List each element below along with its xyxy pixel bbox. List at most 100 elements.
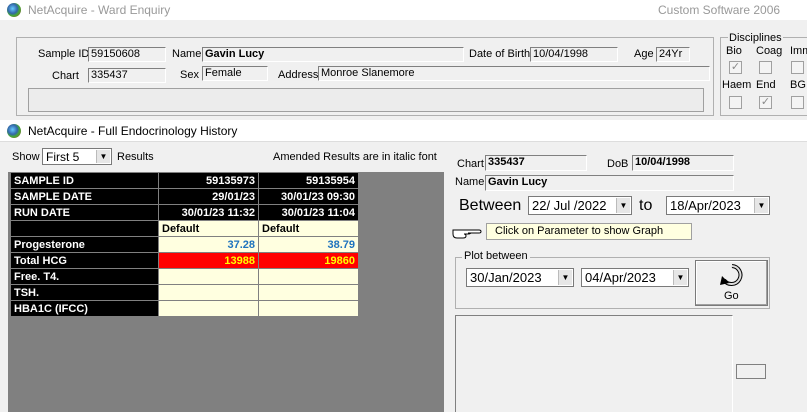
address-label: Address bbox=[278, 69, 319, 81]
front-name-label: Name bbox=[455, 176, 485, 188]
discipline-coag-checkbox[interactable] bbox=[759, 61, 772, 74]
back-window-title: NetAcquire - Ward Enquiry bbox=[28, 3, 171, 17]
comment-bar bbox=[28, 88, 704, 112]
result-cell[interactable] bbox=[158, 268, 259, 285]
plot-from-value: 30/Jan/2023 bbox=[470, 270, 542, 285]
header-cell: 59135973 bbox=[158, 172, 259, 189]
table-row[interactable]: Free. T4. bbox=[10, 268, 359, 285]
discipline-imm-label: Imm bbox=[790, 45, 807, 57]
header-cell: 30/01/23 09:30 bbox=[258, 188, 359, 205]
result-cell[interactable]: 37.28 bbox=[158, 236, 259, 253]
discipline-bg-checkbox[interactable] bbox=[791, 96, 804, 109]
result-cell[interactable] bbox=[258, 284, 359, 301]
dob-field[interactable]: 10/04/1998 bbox=[530, 47, 618, 62]
header-cell: 30/01/23 11:32 bbox=[158, 204, 259, 221]
discipline-haem-label: Haem bbox=[722, 79, 752, 91]
front-window-title: NetAcquire - Full Endocrinology History bbox=[28, 124, 238, 138]
chevron-down-icon[interactable]: ▼ bbox=[754, 198, 768, 213]
graph-area bbox=[455, 315, 733, 412]
row-label: SAMPLE ID bbox=[10, 172, 159, 189]
plot-to-value: 04/Apr/2023 bbox=[585, 270, 656, 285]
to-label: to bbox=[639, 197, 653, 214]
disciplines-label: Disciplines bbox=[728, 32, 783, 44]
discipline-end-checkbox[interactable]: ✓ bbox=[759, 96, 772, 109]
header-cell: 29/01/23 bbox=[158, 188, 259, 205]
parameter-hba1c[interactable]: HBA1C (IFCC) bbox=[10, 300, 159, 317]
age-field[interactable]: 24Yr bbox=[656, 47, 690, 62]
back-window-vendor: Custom Software 2006 bbox=[658, 3, 781, 17]
front-dob-field[interactable]: 10/04/1998 bbox=[632, 155, 734, 171]
show-label: Show bbox=[12, 151, 40, 163]
plot-from-select[interactable]: 30/Jan/2023 ▼ bbox=[466, 268, 574, 287]
dob-label: Date of Birth bbox=[469, 48, 531, 60]
between-to-value: 18/Apr/2023 bbox=[670, 198, 741, 213]
parameter-tsh[interactable]: TSH. bbox=[10, 284, 159, 301]
default-cell: Default bbox=[158, 220, 259, 237]
between-label: Between bbox=[459, 197, 522, 214]
result-cell[interactable] bbox=[258, 300, 359, 317]
show-count-select[interactable]: First 5 ▼ bbox=[42, 148, 112, 165]
app-globe-icon bbox=[7, 3, 21, 17]
results-table: SAMPLE ID 59135973 59135954 SAMPLE DATE … bbox=[10, 172, 359, 317]
result-cell[interactable] bbox=[258, 268, 359, 285]
row-label: RUN DATE bbox=[10, 204, 159, 221]
address-field[interactable]: Monroe Slanemore bbox=[318, 66, 710, 81]
sample-id-field[interactable]: 59150608 bbox=[88, 47, 166, 62]
between-from-value: 22/ Jul /2022 bbox=[532, 198, 607, 213]
table-row[interactable]: Progesterone 37.28 38.79 bbox=[10, 236, 359, 253]
table-row[interactable]: TSH. bbox=[10, 284, 359, 301]
go-label: Go bbox=[724, 290, 739, 302]
graph-value-box bbox=[736, 364, 766, 379]
row-label: SAMPLE DATE bbox=[10, 188, 159, 205]
show-count-value: First 5 bbox=[46, 150, 80, 164]
discipline-haem-checkbox[interactable] bbox=[729, 96, 742, 109]
refresh-arrow-icon bbox=[720, 263, 744, 289]
table-row: SAMPLE DATE 29/01/23 30/01/23 09:30 bbox=[10, 188, 359, 205]
chevron-down-icon[interactable]: ▼ bbox=[558, 270, 572, 285]
name-field[interactable]: Gavin Lucy bbox=[202, 47, 464, 62]
front-name-field[interactable]: Gavin Lucy bbox=[485, 175, 734, 191]
result-cell[interactable]: 19860 bbox=[258, 252, 359, 269]
discipline-imm-checkbox[interactable] bbox=[791, 61, 804, 74]
pointing-hand-icon bbox=[452, 224, 482, 240]
result-cell[interactable]: 13988 bbox=[158, 252, 259, 269]
between-to-select[interactable]: 18/Apr/2023 ▼ bbox=[666, 196, 770, 215]
amended-note: Amended Results are in italic font bbox=[273, 151, 437, 163]
table-row[interactable]: Total HCG 13988 19860 bbox=[10, 252, 359, 269]
chevron-down-icon[interactable]: ▼ bbox=[616, 198, 630, 213]
parameter-free-t4[interactable]: Free. T4. bbox=[10, 268, 159, 285]
chart-label: Chart bbox=[52, 70, 79, 82]
front-chart-field[interactable]: 335437 bbox=[485, 155, 587, 171]
graph-hint: Click on Parameter to show Graph bbox=[486, 223, 692, 240]
plot-between-label: Plot between bbox=[462, 250, 530, 262]
name-label: Name bbox=[172, 48, 202, 60]
sex-label: Sex bbox=[180, 69, 199, 81]
table-row[interactable]: HBA1C (IFCC) bbox=[10, 300, 359, 317]
go-button[interactable]: Go bbox=[695, 260, 768, 306]
header-cell: 59135954 bbox=[258, 172, 359, 189]
discipline-bg-label: BG bbox=[790, 79, 806, 91]
between-from-select[interactable]: 22/ Jul /2022 ▼ bbox=[528, 196, 632, 215]
parameter-total-hcg[interactable]: Total HCG bbox=[10, 252, 159, 269]
discipline-end-label: End bbox=[756, 79, 776, 91]
plot-to-select[interactable]: 04/Apr/2023 ▼ bbox=[581, 268, 689, 287]
app-globe-icon bbox=[7, 124, 21, 138]
table-row: Default Default bbox=[10, 220, 359, 237]
chevron-down-icon[interactable]: ▼ bbox=[96, 150, 110, 163]
header-cell: 30/01/23 11:04 bbox=[258, 204, 359, 221]
default-cell: Default bbox=[258, 220, 359, 237]
result-cell[interactable]: 38.79 bbox=[258, 236, 359, 253]
sample-id-label: Sample ID bbox=[38, 48, 90, 60]
chevron-down-icon[interactable]: ▼ bbox=[673, 270, 687, 285]
front-chart-label: Chart bbox=[457, 158, 484, 170]
table-row: SAMPLE ID 59135973 59135954 bbox=[10, 172, 359, 189]
result-cell[interactable] bbox=[158, 284, 259, 301]
table-row: RUN DATE 30/01/23 11:32 30/01/23 11:04 bbox=[10, 204, 359, 221]
discipline-bio-checkbox[interactable]: ✓ bbox=[729, 61, 742, 74]
parameter-progesterone[interactable]: Progesterone bbox=[10, 236, 159, 253]
row-label bbox=[10, 220, 159, 237]
result-cell[interactable] bbox=[158, 300, 259, 317]
sex-field[interactable]: Female bbox=[202, 66, 268, 81]
chart-field[interactable]: 335437 bbox=[88, 68, 166, 83]
results-label: Results bbox=[117, 151, 154, 163]
